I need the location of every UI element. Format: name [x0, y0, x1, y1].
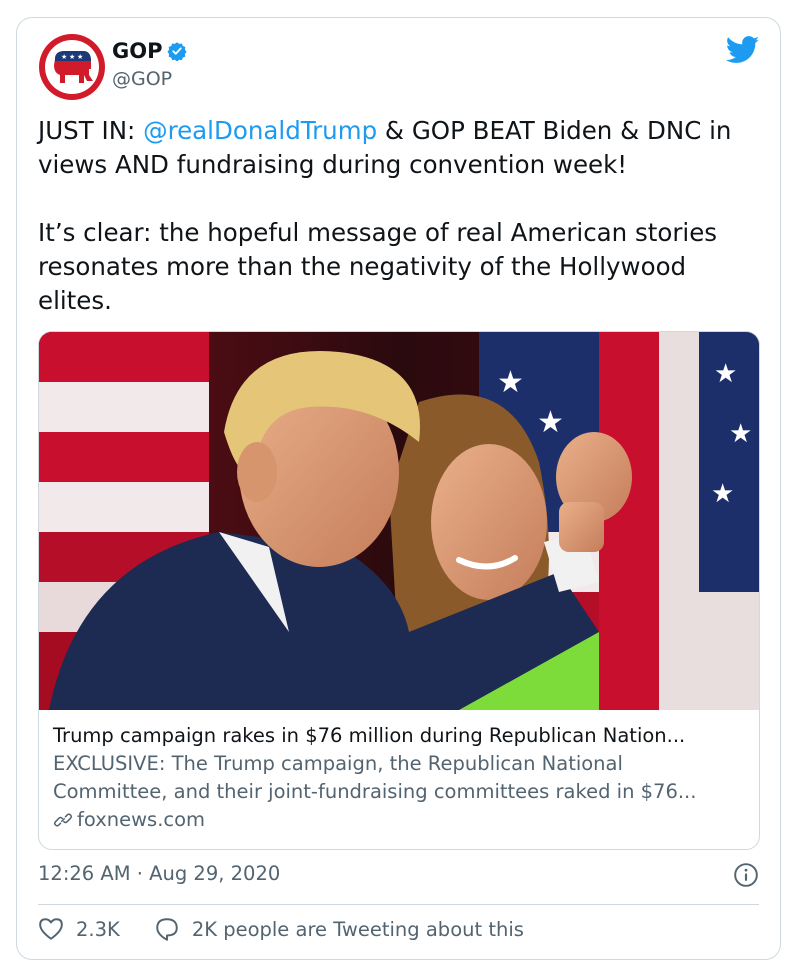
link-preview-card[interactable]: ★ ★ ★ ★ ★ ★ [38, 331, 760, 850]
speech-bubble-icon [156, 918, 178, 941]
svg-text:★: ★ [711, 479, 734, 509]
link-card-title[interactable]: Trump campaign rakes in $76 million duri… [53, 722, 743, 750]
tweet-card: ★ ★ ★ GOP @GOP JUST IN: @realDonaldTrump… [16, 17, 781, 960]
svg-text:★: ★ [69, 53, 75, 61]
tweeting-about-button[interactable]: 2K people are Tweeting about this [154, 916, 524, 942]
link-card-domain: foxnews.com [77, 808, 206, 831]
author-name-row[interactable]: GOP [112, 39, 188, 63]
article-photo[interactable]: ★ ★ ★ ★ ★ ★ [39, 332, 759, 710]
tweet-text: JUST IN: @realDonaldTrump & GOP BEAT Bid… [38, 114, 763, 318]
svg-text:★: ★ [729, 419, 752, 449]
mention-link[interactable]: @realDonaldTrump [143, 116, 377, 145]
svg-text:★: ★ [497, 365, 524, 400]
tweet-paragraph-2: It’s clear: the hopeful message of real … [38, 218, 718, 315]
like-count: 2.3K [76, 917, 120, 941]
tweet-paragraph-1: JUST IN: @realDonaldTrump & GOP BEAT Bid… [38, 116, 732, 179]
twitter-bird-icon[interactable] [726, 36, 760, 64]
link-icon [53, 813, 73, 827]
svg-text:★: ★ [714, 359, 737, 389]
like-button[interactable]: 2.3K [38, 917, 120, 941]
avatar[interactable]: ★ ★ ★ [39, 34, 105, 100]
svg-text:★: ★ [537, 405, 564, 440]
tweet-timestamp[interactable]: 12:26 AM · Aug 29, 2020 [38, 862, 280, 885]
svg-text:★: ★ [77, 53, 83, 61]
divider [38, 904, 759, 905]
heart-icon [39, 918, 63, 940]
link-card-domain-row: foxnews.com [53, 806, 743, 834]
info-icon[interactable] [733, 862, 759, 888]
link-card-description: EXCLUSIVE: The Trump campaign, the Repub… [53, 752, 697, 803]
author-name[interactable]: GOP [112, 39, 162, 63]
tweeting-about-label: 2K people are Tweeting about this [191, 917, 524, 941]
author-handle[interactable]: @GOP [112, 68, 172, 90]
verified-badge-icon [167, 42, 188, 61]
gop-elephant-logo-icon: ★ ★ ★ [45, 40, 99, 94]
link-card-meta[interactable]: Trump campaign rakes in $76 million duri… [53, 722, 743, 834]
svg-text:★: ★ [61, 53, 67, 61]
action-bar: 2.3K 2K people are Tweeting about this [38, 916, 524, 942]
